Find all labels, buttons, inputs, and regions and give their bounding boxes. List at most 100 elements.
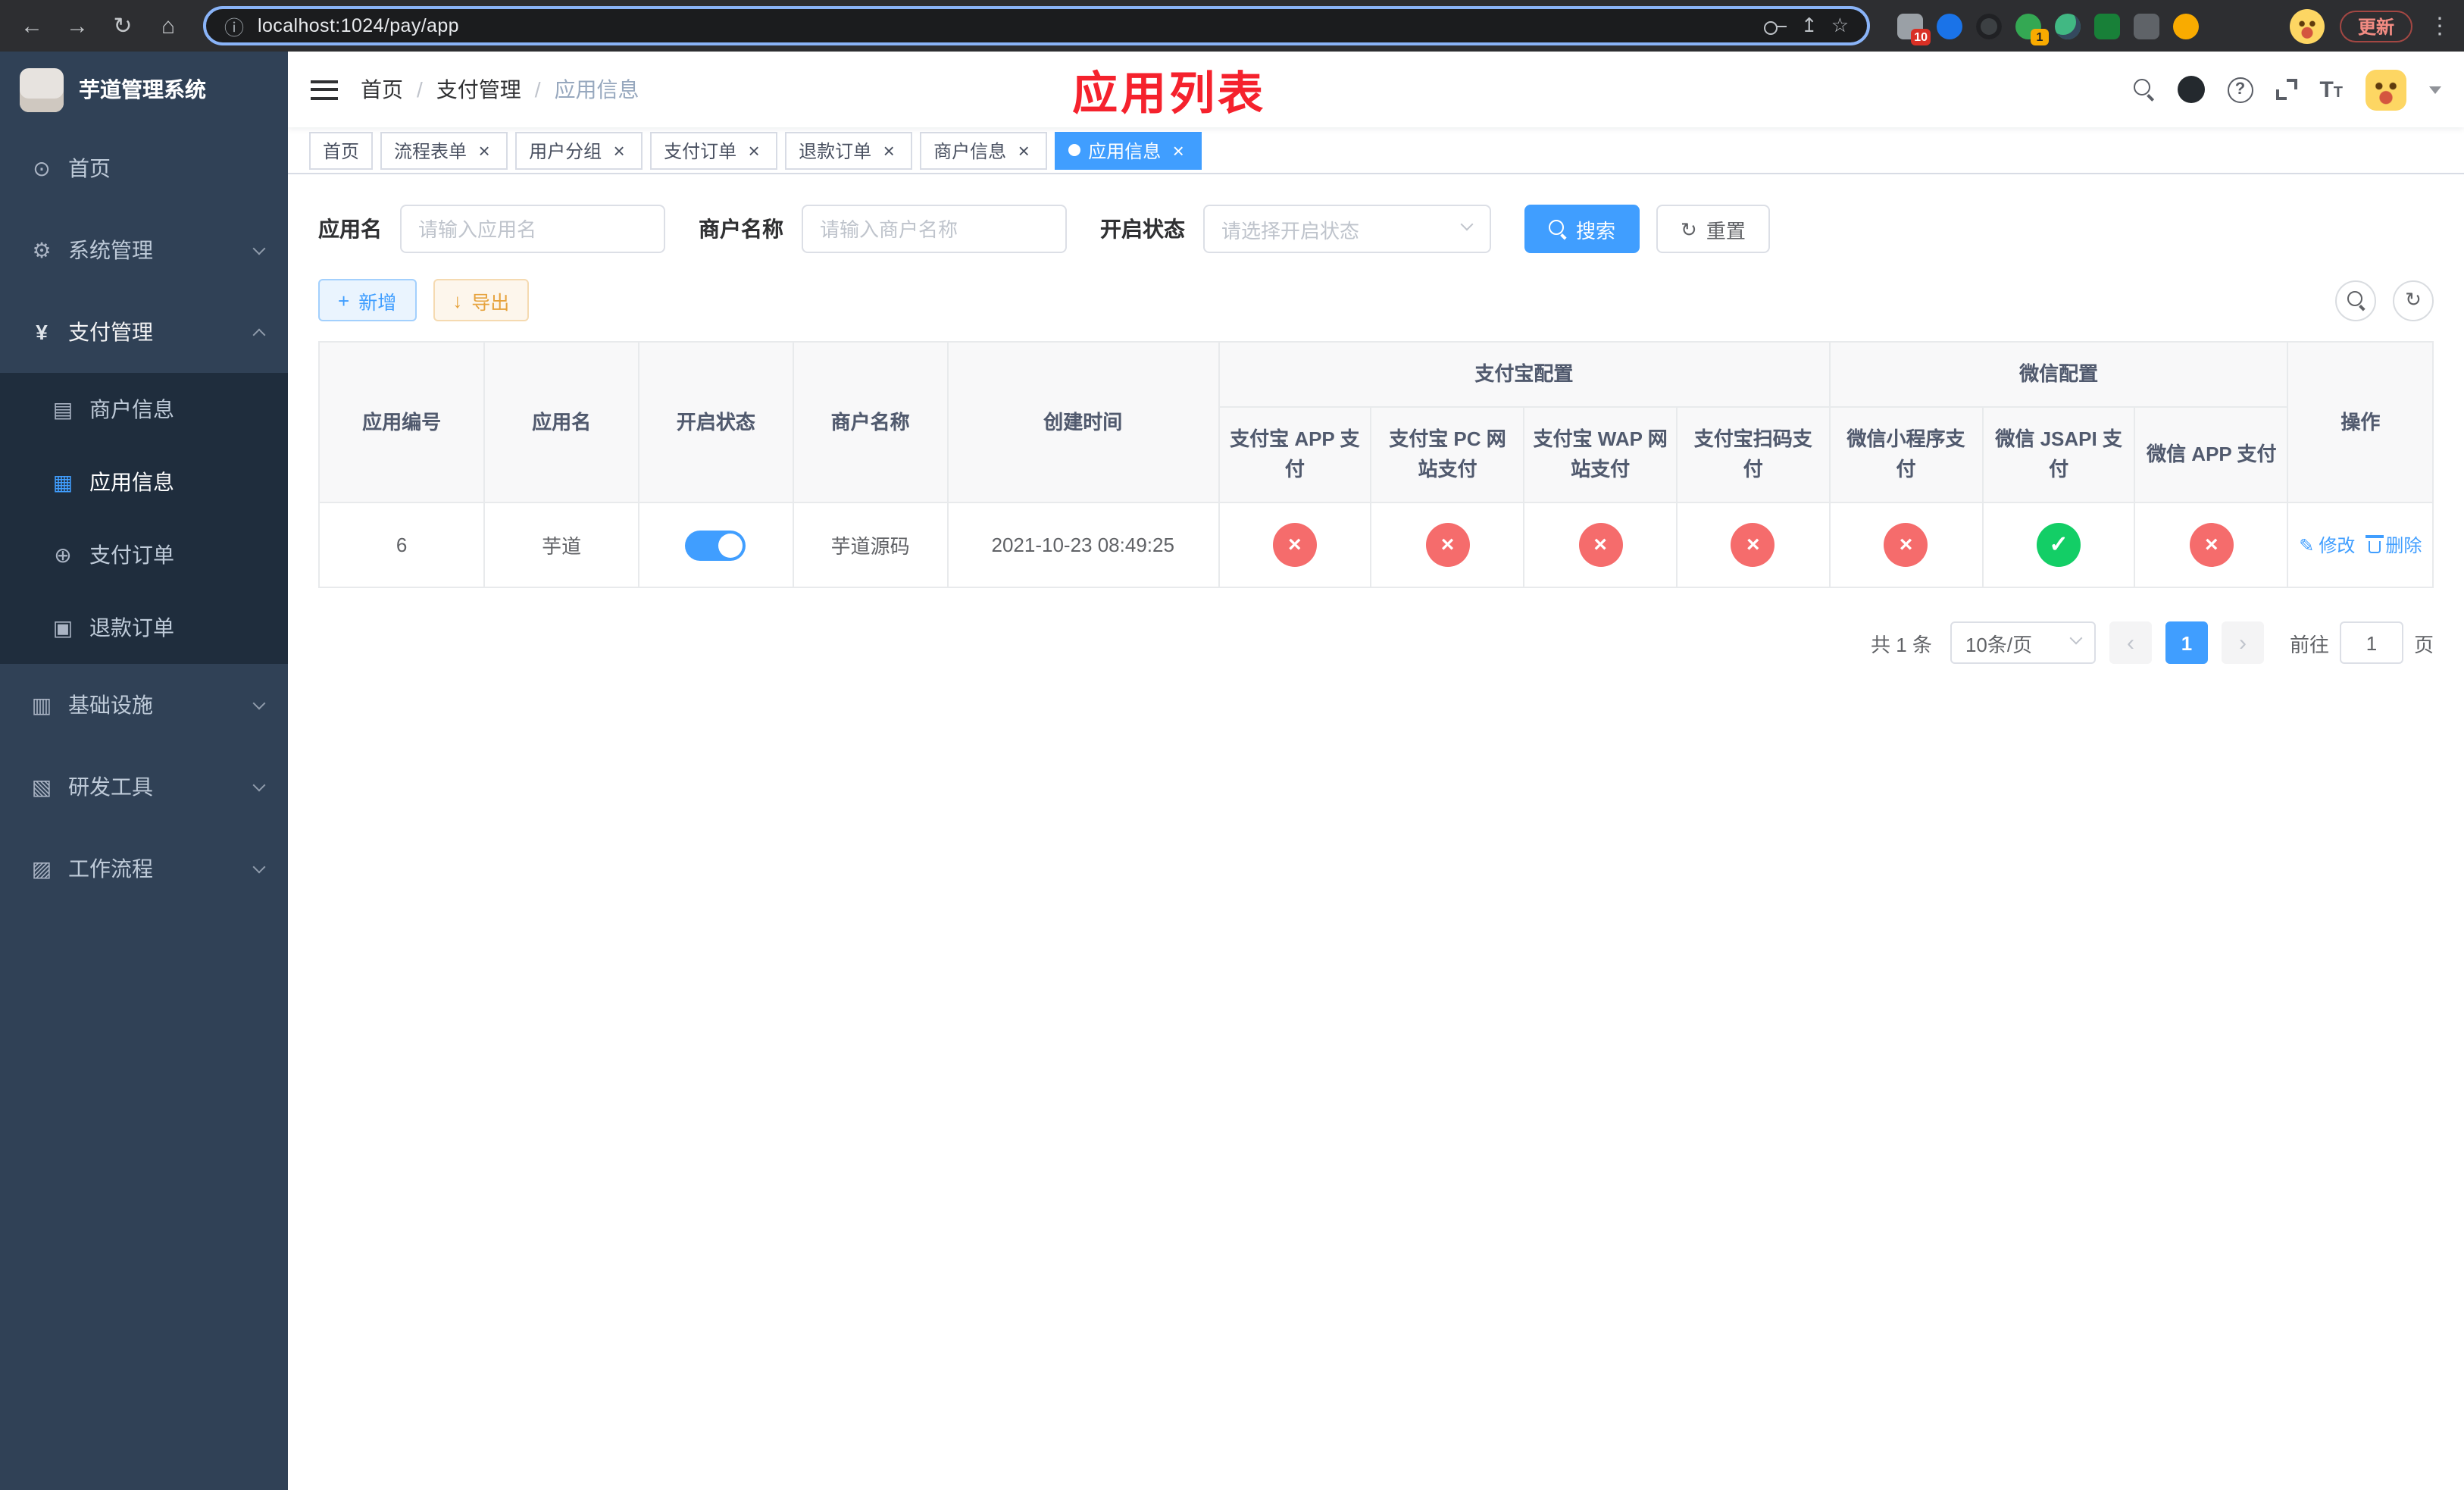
browser-back-icon[interactable]: ←	[12, 6, 52, 45]
sidebar-item-infrastructure[interactable]: ▥ 基础设施	[0, 664, 288, 746]
add-button[interactable]: + 新增	[318, 279, 417, 321]
browser-forward-icon[interactable]: →	[58, 6, 97, 45]
tab-pay-order[interactable]: 支付订单 ×	[650, 131, 778, 169]
tab-process-form[interactable]: 流程表单 ×	[380, 131, 508, 169]
caret-down-icon[interactable]	[2429, 86, 2441, 93]
status-toggle[interactable]	[685, 530, 746, 561]
extension-icon[interactable]: 10	[1897, 13, 1931, 45]
current-page-button[interactable]: 1	[2165, 621, 2208, 665]
status-select[interactable]: 请选择开启状态	[1203, 205, 1491, 253]
export-button[interactable]: ↓ 导出	[433, 279, 530, 321]
tab-close-icon[interactable]: ×	[744, 140, 764, 160]
tab-app-info-active[interactable]: 应用信息 ×	[1055, 131, 1202, 169]
sidebar-toggle-icon[interactable]	[311, 80, 338, 99]
fullscreen-icon[interactable]	[2275, 79, 2297, 100]
tab-close-icon[interactable]: ×	[879, 140, 899, 160]
config-status-icon: ✓	[2037, 523, 2081, 568]
browser-profile-avatar[interactable]	[2289, 8, 2325, 43]
top-navbar: 首页 / 支付管理 / 应用信息 应用列表 ? T T	[288, 52, 2464, 127]
navbar-actions: ? T T	[2133, 69, 2441, 110]
edit-label: 修改	[2319, 535, 2356, 557]
user-avatar[interactable]	[2366, 69, 2406, 110]
tab-close-icon[interactable]: ×	[1014, 140, 1033, 160]
browser-menu-icon[interactable]: ⋮	[2428, 12, 2452, 39]
sidebar-item-home[interactable]: ⊙ 首页	[0, 127, 288, 209]
tab-close-icon[interactable]: ×	[1168, 140, 1188, 160]
cell-alipay-wap: ×	[1523, 502, 1678, 589]
browser-home-icon[interactable]: ⌂	[149, 6, 188, 45]
app-logo[interactable]: 芋道管理系统	[0, 52, 288, 127]
active-tab-dot	[1068, 144, 1081, 156]
show-search-button[interactable]	[2335, 280, 2376, 321]
sidebar-item-label: 退款订单	[89, 615, 174, 640]
browser-right-cluster: 更新 ⋮	[2289, 8, 2452, 43]
browser-reload-icon[interactable]: ↻	[103, 6, 142, 45]
sidebar-item-workflow[interactable]: ▨ 工作流程	[0, 828, 288, 909]
sidebar-item-payment[interactable]: ¥ 支付管理	[0, 291, 288, 373]
tab-refund-order[interactable]: 退款订单 ×	[785, 131, 913, 169]
extension-icon[interactable]	[2173, 13, 2199, 39]
page-content: 应用名 商户名称 开启状态 请选择开启状态 搜索	[288, 174, 2464, 1490]
breadcrumb-item[interactable]: 首页	[361, 74, 403, 105]
cell-app-id: 6	[317, 502, 486, 589]
breadcrumb-separator: /	[534, 77, 541, 102]
chevron-down-icon	[252, 241, 266, 255]
search-icon[interactable]	[2133, 79, 2154, 100]
url-text[interactable]: localhost:1024/pay/app	[258, 15, 1751, 36]
sidebar-item-refund-order[interactable]: ▣ 退款订单	[0, 591, 288, 664]
extension-icon[interactable]: 1	[2015, 13, 2049, 45]
share-icon[interactable]: ↥	[1801, 14, 1818, 38]
col-alipay-app: 支付宝 APP 支付	[1218, 406, 1372, 504]
app-name-input[interactable]	[400, 205, 665, 253]
site-info-icon[interactable]: ⓘ	[224, 11, 244, 40]
breadcrumb-item[interactable]: 支付管理	[436, 74, 521, 105]
sidebar-item-system[interactable]: ⚙ 系统管理	[0, 209, 288, 291]
github-icon[interactable]	[2177, 76, 2205, 103]
help-icon[interactable]: ?	[2227, 77, 2253, 102]
font-size-icon[interactable]: T T	[2319, 77, 2343, 102]
sidebar: 芋道管理系统 ⊙ 首页 ⚙ 系统管理 ¥ 支付管理 ▤ 商户信息 ▦ 应用信息	[0, 52, 288, 1490]
sidebar-item-label: 工作流程	[68, 856, 153, 881]
search-button[interactable]: 搜索	[1524, 205, 1640, 253]
grid-icon: ▦	[52, 469, 73, 493]
col-status: 开启状态	[638, 340, 794, 504]
next-page-button[interactable]: ›	[2221, 621, 2264, 665]
extension-icon[interactable]	[2055, 13, 2081, 39]
status-label: 开启状态	[1100, 217, 1185, 241]
browser-update-button[interactable]: 更新	[2339, 10, 2412, 42]
tab-user-group[interactable]: 用户分组 ×	[515, 131, 643, 169]
breadcrumb-item-current: 应用信息	[554, 77, 639, 102]
gear-icon: ⚙	[32, 237, 52, 261]
sidebar-item-dev-tools[interactable]: ▧ 研发工具	[0, 746, 288, 828]
tools-icon: ▧	[31, 774, 52, 798]
extension-icon[interactable]	[2134, 13, 2159, 39]
tab-home[interactable]: 首页	[309, 131, 374, 169]
merchant-name-input[interactable]	[802, 205, 1067, 253]
bookmark-star-icon[interactable]: ☆	[1831, 14, 1849, 38]
extension-icon[interactable]	[2094, 13, 2120, 39]
reset-button[interactable]: ↻ 重置	[1656, 205, 1770, 253]
sidebar-item-label: 应用信息	[89, 470, 174, 494]
prev-page-button[interactable]: ‹	[2109, 621, 2152, 665]
tab-close-icon[interactable]: ×	[609, 140, 629, 160]
sidebar-item-pay-order[interactable]: ⊕ 支付订单	[0, 518, 288, 591]
address-bar[interactable]: ⓘ localhost:1024/pay/app ↥ ☆	[203, 6, 1870, 45]
sidebar-item-merchant-info[interactable]: ▤ 商户信息	[0, 373, 288, 446]
edit-link[interactable]: ✎ 修改	[2299, 533, 2355, 559]
status-select-placeholder: 请选择开启状态	[1221, 219, 1360, 242]
extension-badge: 1	[2031, 28, 2049, 45]
refresh-table-button[interactable]: ↻	[2393, 280, 2434, 321]
tab-merchant-info[interactable]: 商户信息 ×	[920, 131, 1048, 169]
tab-close-icon[interactable]: ×	[474, 140, 494, 160]
goto-page-input[interactable]	[2339, 621, 2403, 665]
password-key-icon[interactable]	[1764, 19, 1787, 34]
cell-alipay-app: ×	[1218, 502, 1372, 589]
refund-doc-icon: ▣	[52, 615, 73, 639]
extension-icon[interactable]	[1937, 13, 1962, 39]
cell-merchant-name: 芋道源码	[792, 502, 949, 589]
extension-icon[interactable]	[1976, 13, 2002, 39]
delete-link[interactable]: 删除	[2366, 533, 2422, 559]
sidebar-item-app-info[interactable]: ▦ 应用信息	[0, 446, 288, 518]
download-icon: ↓	[452, 289, 463, 311]
page-size-select[interactable]: 10条/页	[1950, 621, 2096, 665]
